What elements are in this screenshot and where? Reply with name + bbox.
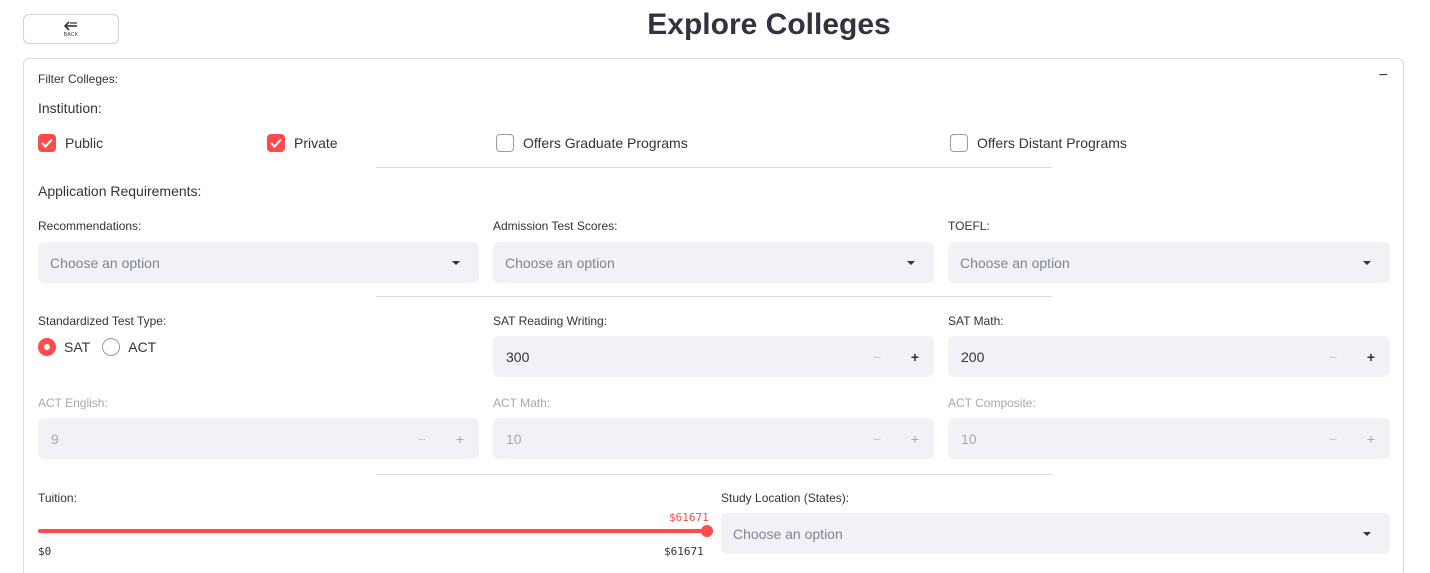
- select-placeholder: Choose an option: [50, 254, 160, 271]
- recommendations-label: Recommendations:: [38, 219, 142, 233]
- select-placeholder: Choose an option: [733, 525, 843, 542]
- act-english-input[interactable]: 9 − +: [38, 418, 479, 459]
- sat-reading-writing-input[interactable]: 300 − +: [493, 336, 934, 377]
- slider-min-label: $0: [38, 545, 52, 558]
- select-placeholder: Choose an option: [505, 254, 615, 271]
- slider-max-label: $61671: [664, 545, 704, 558]
- divider: [376, 167, 1052, 168]
- increment-button[interactable]: +: [896, 349, 934, 365]
- checkbox-public[interactable]: Public: [38, 134, 103, 152]
- slider-current-value: $61671: [669, 511, 709, 524]
- toefl-select[interactable]: Choose an option: [948, 242, 1390, 283]
- chevron-down-icon: [1363, 531, 1371, 536]
- checkbox-label: Public: [65, 135, 104, 151]
- decrement-button[interactable]: −: [1314, 431, 1352, 447]
- recommendations-select[interactable]: Choose an option: [38, 242, 479, 283]
- decrement-button[interactable]: −: [858, 431, 896, 447]
- act-composite-label: ACT Composite:: [948, 396, 1036, 410]
- collapse-icon[interactable]: −: [1379, 67, 1388, 85]
- chevron-down-icon: [907, 260, 915, 265]
- increment-button[interactable]: +: [1352, 349, 1390, 365]
- radio-unselected-icon: [102, 338, 121, 356]
- divider: [376, 296, 1052, 297]
- checkbox-distant-programs[interactable]: Offers Distant Programs: [950, 134, 1127, 152]
- checkbox-graduate-programs[interactable]: Offers Graduate Programs: [496, 134, 688, 152]
- number-value[interactable]: 9: [38, 431, 403, 447]
- tuition-label: Tuition:: [38, 491, 77, 505]
- radio-label: ACT: [128, 339, 157, 355]
- sat-reading-writing-label: SAT Reading Writing:: [493, 314, 608, 328]
- toefl-label: TOEFL:: [948, 219, 990, 233]
- study-location-label: Study Location (States):: [721, 491, 850, 505]
- admission-test-scores-label: Admission Test Scores:: [493, 219, 618, 233]
- study-location-select[interactable]: Choose an option: [721, 513, 1390, 554]
- act-math-input[interactable]: 10 − +: [493, 418, 934, 459]
- checkbox-label: Offers Graduate Programs: [523, 135, 688, 151]
- admission-test-scores-select[interactable]: Choose an option: [493, 242, 934, 283]
- increment-button[interactable]: +: [1352, 431, 1390, 447]
- sat-math-input[interactable]: 200 − +: [948, 336, 1390, 377]
- decrement-button[interactable]: −: [403, 431, 441, 447]
- act-english-label: ACT English:: [38, 396, 108, 410]
- application-requirements-label: Application Requirements:: [38, 183, 202, 199]
- number-value[interactable]: 10: [948, 431, 1314, 447]
- increment-button[interactable]: +: [441, 431, 479, 447]
- tuition-slider-track[interactable]: [38, 529, 707, 533]
- sat-math-label: SAT Math:: [948, 314, 1004, 328]
- checkbox-label: Offers Distant Programs: [977, 135, 1127, 151]
- radio-selected-icon: [38, 338, 56, 356]
- checkbox-unchecked-icon: [950, 134, 968, 152]
- expander-header[interactable]: Filter Colleges:: [38, 72, 118, 86]
- chevron-down-icon: [1363, 260, 1371, 265]
- radio-act[interactable]: ACT: [102, 338, 156, 356]
- checkbox-label: Private: [294, 135, 338, 151]
- test-type-label: Standardized Test Type:: [38, 314, 167, 328]
- divider: [376, 474, 1052, 475]
- checkbox-private[interactable]: Private: [267, 134, 338, 152]
- checkbox-unchecked-icon: [496, 134, 514, 152]
- radio-sat[interactable]: SAT: [38, 338, 90, 356]
- checkbox-checked-icon: [38, 134, 56, 152]
- test-type-radio-group: SAT ACT: [38, 338, 156, 356]
- select-placeholder: Choose an option: [960, 254, 1070, 271]
- act-math-label: ACT Math:: [493, 396, 551, 410]
- number-value[interactable]: 300: [493, 349, 858, 365]
- institution-label: Institution:: [38, 100, 102, 116]
- radio-label: SAT: [64, 339, 91, 355]
- number-value[interactable]: 200: [948, 349, 1314, 365]
- decrement-button[interactable]: −: [858, 349, 896, 365]
- tuition-slider-handle[interactable]: [701, 525, 713, 537]
- chevron-down-icon: [452, 260, 460, 265]
- number-value[interactable]: 10: [493, 431, 858, 447]
- increment-button[interactable]: +: [896, 431, 934, 447]
- checkbox-checked-icon: [267, 134, 285, 152]
- decrement-button[interactable]: −: [1314, 349, 1352, 365]
- filter-expander: Filter Colleges: −: [23, 58, 1404, 573]
- page-title: Explore Colleges: [647, 8, 891, 41]
- act-composite-input[interactable]: 10 − +: [948, 418, 1390, 459]
